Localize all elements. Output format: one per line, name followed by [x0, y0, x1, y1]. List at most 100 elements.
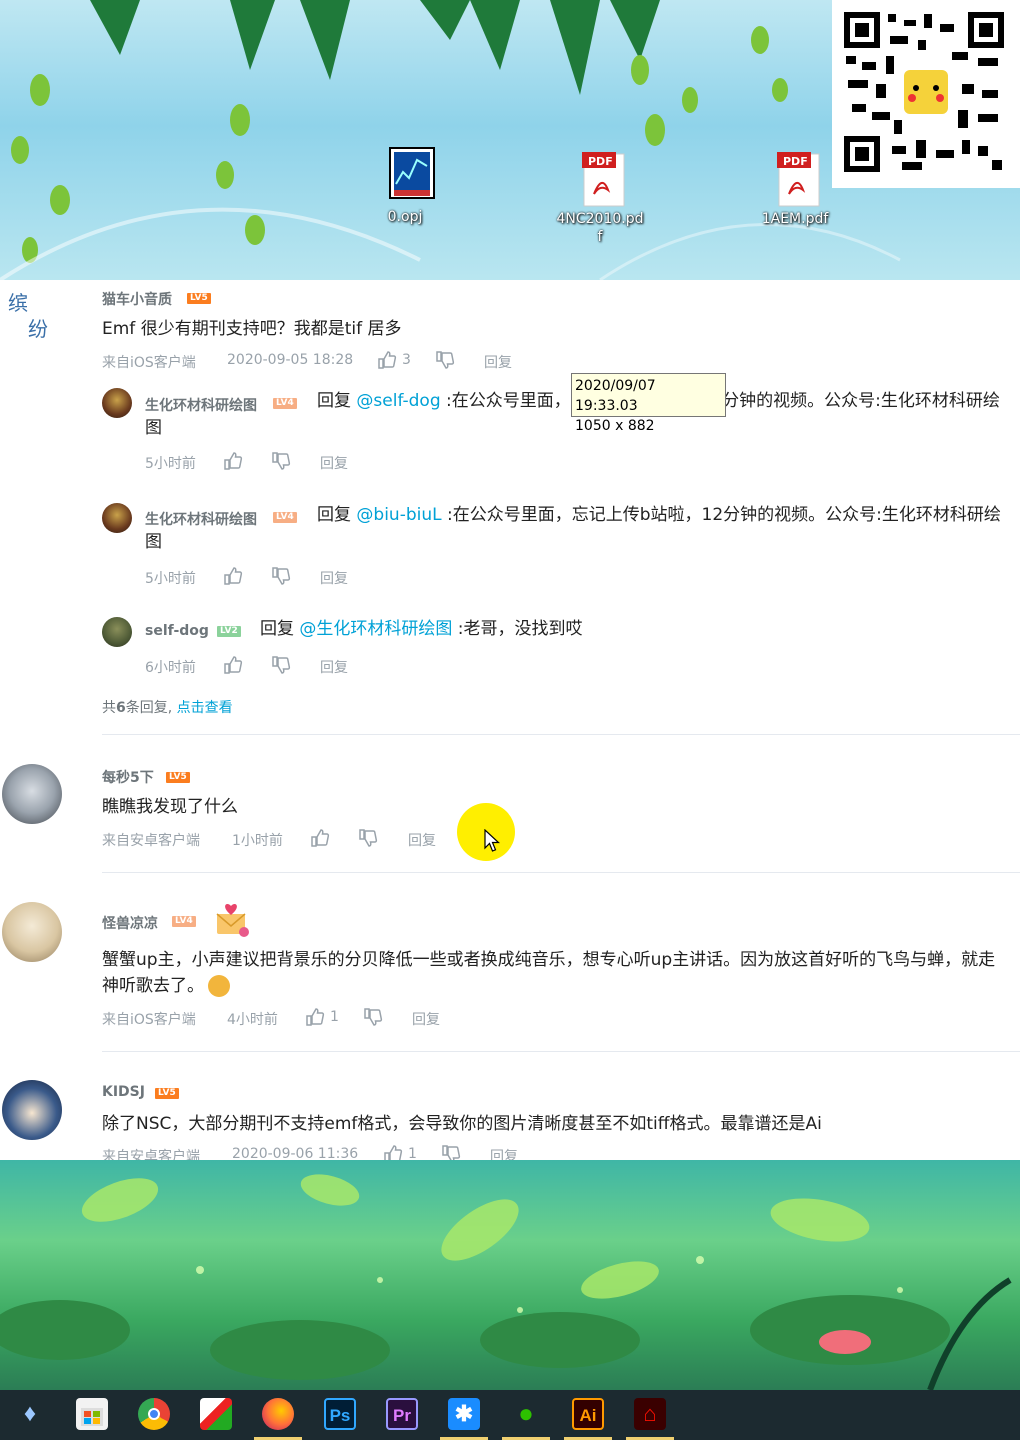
comment-text-line2: 神听歌去了。	[102, 976, 204, 996]
reply-text-continued: 图	[145, 418, 162, 438]
mention-link[interactable]: @self-dog	[356, 391, 440, 411]
desktop-wallpaper-top: 0.opj PDF 4NC2010.pdf PDF 1AEM.pdf	[0, 0, 1020, 280]
pikachu-logo	[904, 70, 948, 114]
comment-username[interactable]: 怪兽凉凉	[102, 913, 158, 933]
desktop-icon-pdf-1aem[interactable]: PDF 1AEM.pdf	[750, 150, 840, 228]
like-icon[interactable]	[310, 828, 330, 848]
comment-list: 缤 纷 猫车小音质 LV5 Emf 很少有期刊支持吧？我都是tif 居多 来自i…	[0, 280, 1020, 1160]
level-badge: LV4	[172, 916, 196, 927]
comment-divider	[102, 1051, 1020, 1052]
dislike-icon[interactable]	[271, 451, 291, 471]
avatar[interactable]	[2, 1080, 62, 1140]
reply-button[interactable]: 回复	[412, 1009, 440, 1029]
acrobat-icon[interactable]: ⌂	[634, 1398, 666, 1430]
mouse-cursor-icon	[484, 829, 500, 852]
wechat-icon[interactable]: ●	[510, 1398, 542, 1430]
reply-count: 6	[116, 700, 126, 716]
like-count: 1	[330, 1009, 339, 1025]
avatar[interactable]	[2, 764, 62, 824]
file-tooltip: 2020/09/07 19:33.03 1050 x 882	[571, 373, 726, 434]
premiere-icon[interactable]: Pr	[386, 1398, 418, 1430]
reply-button[interactable]: 回复	[408, 830, 436, 850]
star-app-icon[interactable]: ✱	[448, 1398, 480, 1430]
qr-code-image	[832, 0, 1020, 188]
comment-username[interactable]: 猫车小音质	[102, 289, 172, 309]
dislike-icon[interactable]	[271, 566, 291, 586]
like-icon[interactable]	[223, 451, 243, 471]
avatar[interactable]	[102, 617, 132, 647]
comment-text: 蟹蟹up主，小声建议把背景乐的分贝降低一些或者换成纯音乐，想专心听up主讲话。因…	[102, 950, 996, 970]
mention-link[interactable]: @biu-biuL	[356, 505, 441, 525]
tooltip-dimensions: 1050 x 882	[575, 418, 655, 434]
level-badge: LV5	[166, 772, 190, 783]
like-icon[interactable]	[383, 1144, 403, 1160]
comment-time: 1小时前	[232, 833, 283, 849]
pdf-badge: PDF	[783, 155, 808, 168]
dislike-icon[interactable]	[441, 1144, 461, 1160]
diamond-icon[interactable]: ♦	[14, 1398, 46, 1430]
comment-text: 除了NSC，大部分期刊不支持emf格式，会导致你的图片清晰度甚至不如tiff格式…	[102, 1114, 822, 1134]
dislike-icon[interactable]	[358, 828, 378, 848]
app-icon[interactable]	[200, 1398, 232, 1430]
reply-button[interactable]: 回复	[490, 1146, 518, 1160]
reply-button[interactable]: 回复	[320, 657, 348, 677]
dog-emoji-icon	[208, 975, 230, 997]
reply-username[interactable]: self-dog	[145, 623, 209, 639]
dislike-icon[interactable]	[271, 655, 291, 675]
comment-source: 来自安卓客户端	[102, 833, 200, 849]
calligraphy-avatar-image: 缤 纷	[8, 291, 48, 341]
comment-time: 4小时前	[227, 1012, 278, 1028]
dislike-icon[interactable]	[435, 350, 455, 370]
like-count: 3	[402, 352, 411, 368]
reply-text-continued: 图	[145, 532, 162, 552]
avatar[interactable]: 缤 纷	[6, 286, 58, 346]
firefox-icon[interactable]	[262, 1398, 294, 1430]
comment-divider	[102, 872, 1020, 873]
avatar[interactable]	[102, 503, 132, 533]
chrome-icon[interactable]	[138, 1398, 170, 1430]
like-icon[interactable]	[377, 350, 397, 370]
like-icon[interactable]	[223, 566, 243, 586]
love-letter-icon	[216, 904, 249, 937]
comment-text: Emf 很少有期刊支持吧？我都是tif 居多	[102, 319, 402, 339]
desktop-icon-opj[interactable]: 0.opj	[360, 146, 450, 226]
like-count: 1	[408, 1146, 417, 1160]
svg-text:纷: 纷	[28, 317, 48, 341]
desktop-icon-label: 1AEM.pdf	[761, 211, 829, 227]
reply-count-prefix: 共	[102, 700, 116, 716]
pdf-badge: PDF	[588, 155, 613, 168]
origin-file-icon	[389, 147, 435, 199]
reply-button[interactable]: 回复	[484, 352, 512, 372]
desktop-icon-label: 4NC2010.pdf	[556, 211, 644, 245]
like-icon[interactable]	[305, 1007, 325, 1027]
view-replies-link[interactable]: 点击查看	[177, 700, 233, 716]
level-badge: LV4	[273, 512, 297, 523]
windows-taskbar: ♦ Ps Pr ✱ ● Ai ⌂	[0, 1390, 1020, 1440]
reply-body: :在公众号里面，忘记上传b站啦，12分钟的视频。公众号:生化环材科研绘	[441, 505, 1001, 525]
comment-username[interactable]: KIDSJ	[102, 1084, 145, 1100]
reply-prefix: 回复	[260, 619, 300, 639]
comment-text: 瞧瞧我发现了什么	[102, 797, 238, 817]
reply-button[interactable]: 回复	[320, 453, 348, 473]
illustrator-icon[interactable]: Ai	[572, 1398, 604, 1430]
qr-code-pattern	[844, 12, 1004, 172]
like-icon[interactable]	[223, 655, 243, 675]
comment-divider	[102, 734, 1020, 735]
comment-username[interactable]: 每秒5下	[102, 767, 154, 787]
photoshop-icon[interactable]: Ps	[324, 1398, 356, 1430]
comment-text-continued: 神听歌去了。	[102, 973, 230, 999]
reply-button[interactable]: 回复	[320, 568, 348, 588]
svg-text:缤: 缤	[8, 291, 28, 315]
store-icon[interactable]	[76, 1398, 108, 1430]
avatar[interactable]	[102, 388, 132, 418]
reply-username[interactable]: 生化环材科研绘图	[145, 395, 257, 415]
comment-source: 来自iOS客户端	[102, 1012, 196, 1028]
store-bag-shape	[81, 1408, 103, 1426]
mention-link[interactable]: @生化环材科研绘图	[299, 619, 452, 639]
desktop-icon-pdf-4nc2010[interactable]: PDF 4NC2010.pdf	[555, 150, 645, 246]
avatar[interactable]	[2, 902, 62, 962]
pdf-file-icon: PDF	[582, 152, 625, 207]
reply-username[interactable]: 生化环材科研绘图	[145, 509, 257, 529]
dislike-icon[interactable]	[363, 1007, 383, 1027]
reply-time: 5小时前	[145, 571, 196, 587]
